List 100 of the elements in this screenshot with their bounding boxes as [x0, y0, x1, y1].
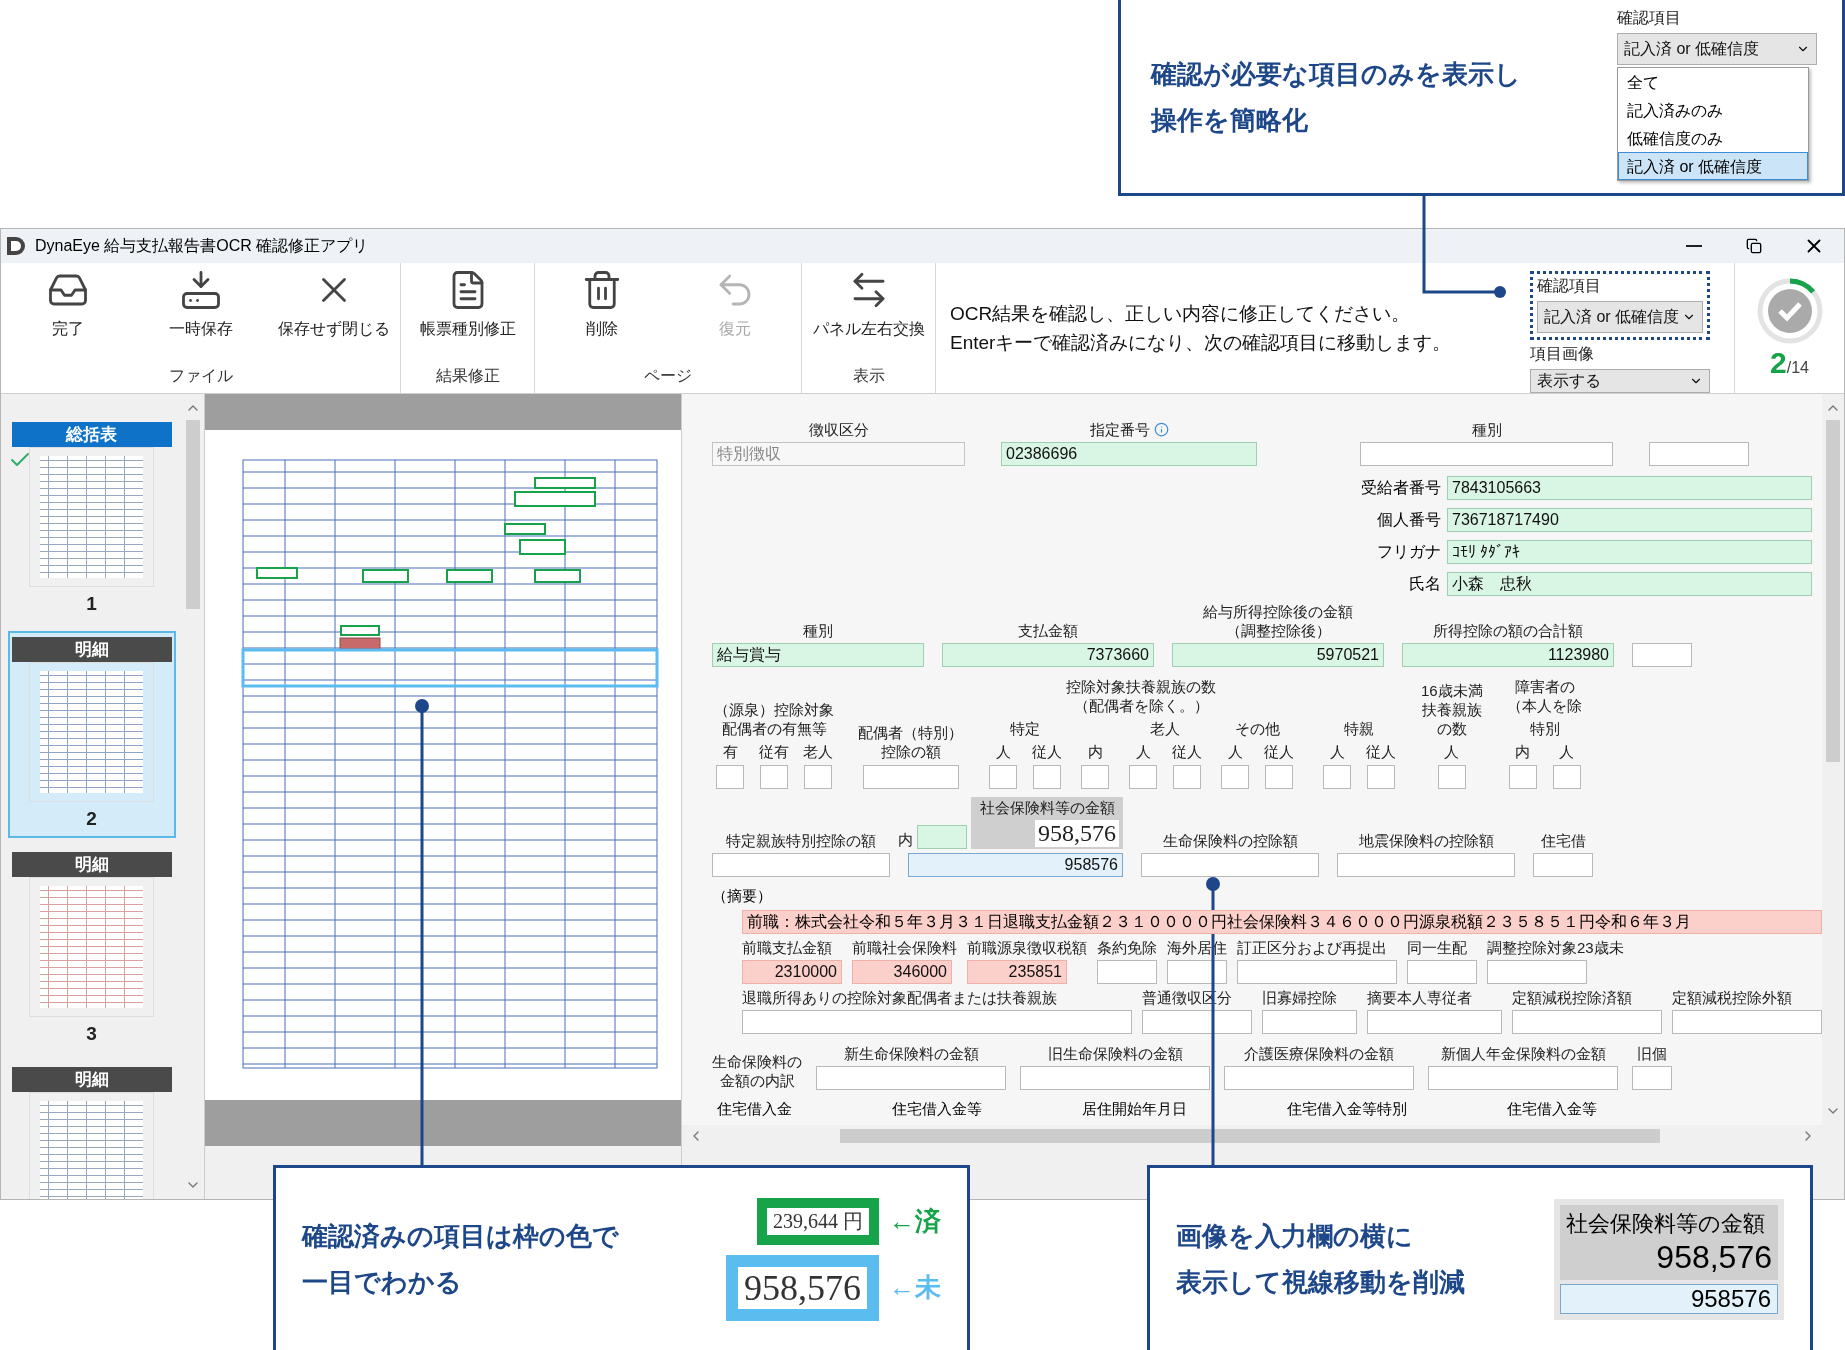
- dropdown-option[interactable]: 記入済 or 低確信度: [1618, 152, 1808, 180]
- dropdown[interactable]: 記入済 or 低確信度: [1617, 33, 1817, 65]
- page-thumbnail-item[interactable]: 総括表 1: [7, 416, 176, 623]
- dropdown[interactable]: 記入済 or 低確信度: [1537, 301, 1703, 333]
- input-field[interactable]: [1337, 853, 1515, 877]
- field-label: 給与所得控除後の金額: [1203, 602, 1353, 621]
- scrollbar-thumb[interactable]: [1826, 420, 1840, 762]
- field-label: 旧生命保険料の金額: [1047, 1044, 1183, 1063]
- input-field[interactable]: [1142, 1010, 1252, 1034]
- dropdown-option[interactable]: 記入済みのみ: [1618, 96, 1808, 124]
- input-field[interactable]: [1632, 643, 1692, 667]
- toolbar-button[interactable]: 完了: [1, 263, 134, 363]
- input-field[interactable]: [1265, 765, 1293, 789]
- scrollbar-thumb[interactable]: [840, 1129, 1660, 1143]
- dropdown-option[interactable]: 低確信度のみ: [1618, 124, 1808, 152]
- field-label: 定額減税控除外額: [1672, 988, 1792, 1007]
- input-field[interactable]: 給与賞与: [712, 643, 924, 667]
- toolbar-button[interactable]: パネル左右交換: [802, 263, 935, 363]
- input-field[interactable]: [862, 765, 959, 789]
- field-label: （源泉）控除対象: [714, 700, 834, 719]
- input-field[interactable]: [1167, 960, 1227, 984]
- input-field[interactable]: 958576: [908, 853, 1123, 877]
- input-field[interactable]: [742, 1010, 1132, 1034]
- input-field[interactable]: [1033, 765, 1061, 789]
- info-icon[interactable]: [1153, 422, 1169, 437]
- field-label: 前職支払金額: [742, 938, 832, 957]
- field-label: 従人: [1264, 742, 1294, 761]
- input-field[interactable]: 02386696: [1001, 442, 1257, 466]
- field-label: 住宅借入金等: [1507, 1100, 1597, 1119]
- input-field[interactable]: 235851: [967, 960, 1067, 984]
- page-number: 2: [86, 808, 97, 830]
- page-thumbnail-item[interactable]: 明細 3: [7, 846, 176, 1053]
- input-field[interactable]: [1552, 765, 1581, 789]
- input-field[interactable]: ｺﾓﾘ ﾀﾀﾞｱｷ: [1447, 540, 1812, 564]
- toolbar-button[interactable]: 削除: [535, 263, 668, 363]
- input-field[interactable]: [1323, 765, 1351, 789]
- input-field[interactable]: 特別徴収: [712, 442, 965, 466]
- input-field[interactable]: [712, 853, 890, 877]
- page-thumbnail-item[interactable]: 明細 2: [7, 631, 176, 838]
- input-field[interactable]: [1428, 1066, 1618, 1090]
- scrollbar-thumb[interactable]: [186, 420, 200, 610]
- callout-text: 一目でわかる: [302, 1266, 463, 1299]
- input-field[interactable]: 2310000: [742, 960, 842, 984]
- input-field[interactable]: [917, 825, 967, 849]
- input-field[interactable]: 1123980: [1402, 643, 1614, 667]
- callout-text: 確認が必要な項目のみを表示し: [1151, 57, 1521, 91]
- field-label: 扶養親族: [1421, 700, 1482, 719]
- input-field[interactable]: [1262, 1010, 1357, 1034]
- input-field[interactable]: [716, 765, 744, 789]
- field-label: 訂正区分および再提出: [1237, 938, 1387, 957]
- field-label: （調整控除後）: [1225, 621, 1331, 640]
- input-field[interactable]: [1533, 853, 1593, 877]
- input-field[interactable]: [1512, 1010, 1662, 1034]
- page-thumbnail-item[interactable]: 明細: [7, 1061, 176, 1199]
- instruction-text: Enterキーで確認済みになり、次の確認項目に移動します。: [950, 331, 1453, 355]
- dropdown-option[interactable]: 全て: [1618, 68, 1808, 96]
- input-field[interactable]: [1360, 442, 1613, 466]
- input-field[interactable]: 7843105663: [1447, 476, 1812, 500]
- toolbar-button[interactable]: 帳票種別修正: [401, 263, 534, 363]
- input-field[interactable]: [989, 765, 1017, 789]
- input-field[interactable]: [1173, 765, 1201, 789]
- input-field[interactable]: [1081, 765, 1109, 789]
- toolbar-button[interactable]: 一時保存: [134, 263, 267, 363]
- input-field[interactable]: [1367, 765, 1395, 789]
- input-field[interactable]: 346000: [852, 960, 952, 984]
- field-label: 配偶者（特別）: [858, 723, 963, 742]
- input-field[interactable]: [1672, 1010, 1822, 1034]
- input-field[interactable]: 5970521: [1172, 643, 1384, 667]
- field-label: 従人: [1032, 742, 1062, 761]
- input-field[interactable]: [1487, 960, 1587, 984]
- input-field[interactable]: [1237, 960, 1397, 984]
- field-label: 人: [1227, 742, 1243, 761]
- input-field[interactable]: [1129, 765, 1157, 789]
- input-field[interactable]: 前職：株式会社令和５年３月３１日退職支払金額２３１００００円社会保険料３４６０００円源泉税額２３５８５１円令和６年３月: [742, 910, 1822, 934]
- field-label: 種別: [1471, 420, 1502, 439]
- input-field[interactable]: [1437, 765, 1466, 789]
- input-field[interactable]: [1097, 960, 1157, 984]
- dropdown[interactable]: 表示する: [1530, 369, 1710, 393]
- field-label: 定額減税控除済額: [1512, 988, 1632, 1007]
- image-value: 958,576: [1035, 820, 1119, 847]
- input-field[interactable]: [1632, 1066, 1672, 1090]
- input-field[interactable]: [1221, 765, 1249, 789]
- input-field[interactable]: 736718717490: [1447, 508, 1812, 532]
- input-field[interactable]: [804, 765, 832, 789]
- input-field[interactable]: 7373660: [942, 643, 1154, 667]
- input-field[interactable]: [1020, 1066, 1210, 1090]
- input-field[interactable]: [760, 765, 788, 789]
- input-field[interactable]: 小森 忠秋: [1447, 572, 1812, 596]
- field-label: 旧個: [1637, 1044, 1667, 1063]
- input-field[interactable]: [1649, 442, 1749, 466]
- input-field[interactable]: [1508, 765, 1537, 789]
- field-label: 所得控除の額の合計額: [1433, 621, 1583, 640]
- input-field[interactable]: [1367, 1010, 1502, 1034]
- input-field[interactable]: [1141, 853, 1319, 877]
- toolbar-button[interactable]: 保存せず閉じる: [267, 263, 400, 363]
- field-label: 特別: [1529, 719, 1560, 738]
- input-field[interactable]: [1407, 960, 1477, 984]
- field-label: 個人番号: [1377, 509, 1441, 530]
- input-field[interactable]: [816, 1066, 1006, 1090]
- input-field[interactable]: [1224, 1066, 1414, 1090]
